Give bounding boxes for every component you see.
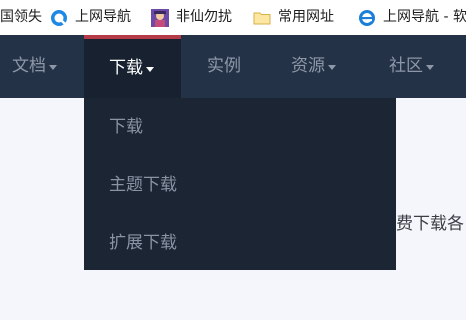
bookmark-partial[interactable]: 国领失 [0,0,42,35]
bookmarks-bar: 国领失 上网导航 非仙勿扰 常用网址 上网导航 - 软 [0,0,466,35]
chevron-down-icon [146,67,154,72]
bookmark-label: 国领失 [0,9,42,25]
main-content-text: 费下载各 [396,214,464,234]
bookmark-shangwang-daohang-2[interactable]: 上网导航 - 软 [358,0,466,35]
bookmark-label: 非仙勿扰 [176,9,232,25]
main-navbar: 文档 下载 实例 资源 社区 [0,35,466,98]
nav-item-label: 实例 [207,56,241,76]
nav-item-community[interactable]: 社区 [389,35,434,98]
nav-item-label: 资源 [291,56,325,76]
chevron-down-icon [328,65,336,70]
download-dropdown-menu: 下载 主题下载 扩展下载 [84,98,396,270]
bookmark-label: 常用网址 [278,9,334,25]
blue-q-icon [51,9,67,26]
ie-icon [359,9,375,26]
nav-item-download[interactable]: 下载 [84,35,181,98]
folder-icon [253,12,271,24]
bookmark-label: 上网导航 - 软 [383,9,466,25]
bookmark-changyong-wangzhi[interactable]: 常用网址 [253,0,334,35]
dropdown-item-theme-download[interactable]: 主题下载 [109,175,177,195]
nav-item-examples[interactable]: 实例 [207,35,241,98]
bookmark-label: 上网导航 [75,9,131,25]
bookmark-feixian-wurao[interactable]: 非仙勿扰 [151,0,232,35]
nav-item-resources[interactable]: 资源 [291,35,336,98]
nav-item-label: 社区 [389,56,423,76]
dropdown-item-extension-download[interactable]: 扩展下载 [109,233,177,253]
bookmark-shangwang-daohang[interactable]: 上网导航 [50,0,131,35]
chevron-down-icon [426,65,434,70]
nav-item-label: 文档 [12,56,46,76]
avatar-icon [151,8,169,27]
chevron-down-icon [49,65,57,70]
dropdown-item-download[interactable]: 下载 [109,117,143,137]
nav-item-label: 下载 [109,58,143,78]
nav-item-docs[interactable]: 文档 [12,35,57,98]
